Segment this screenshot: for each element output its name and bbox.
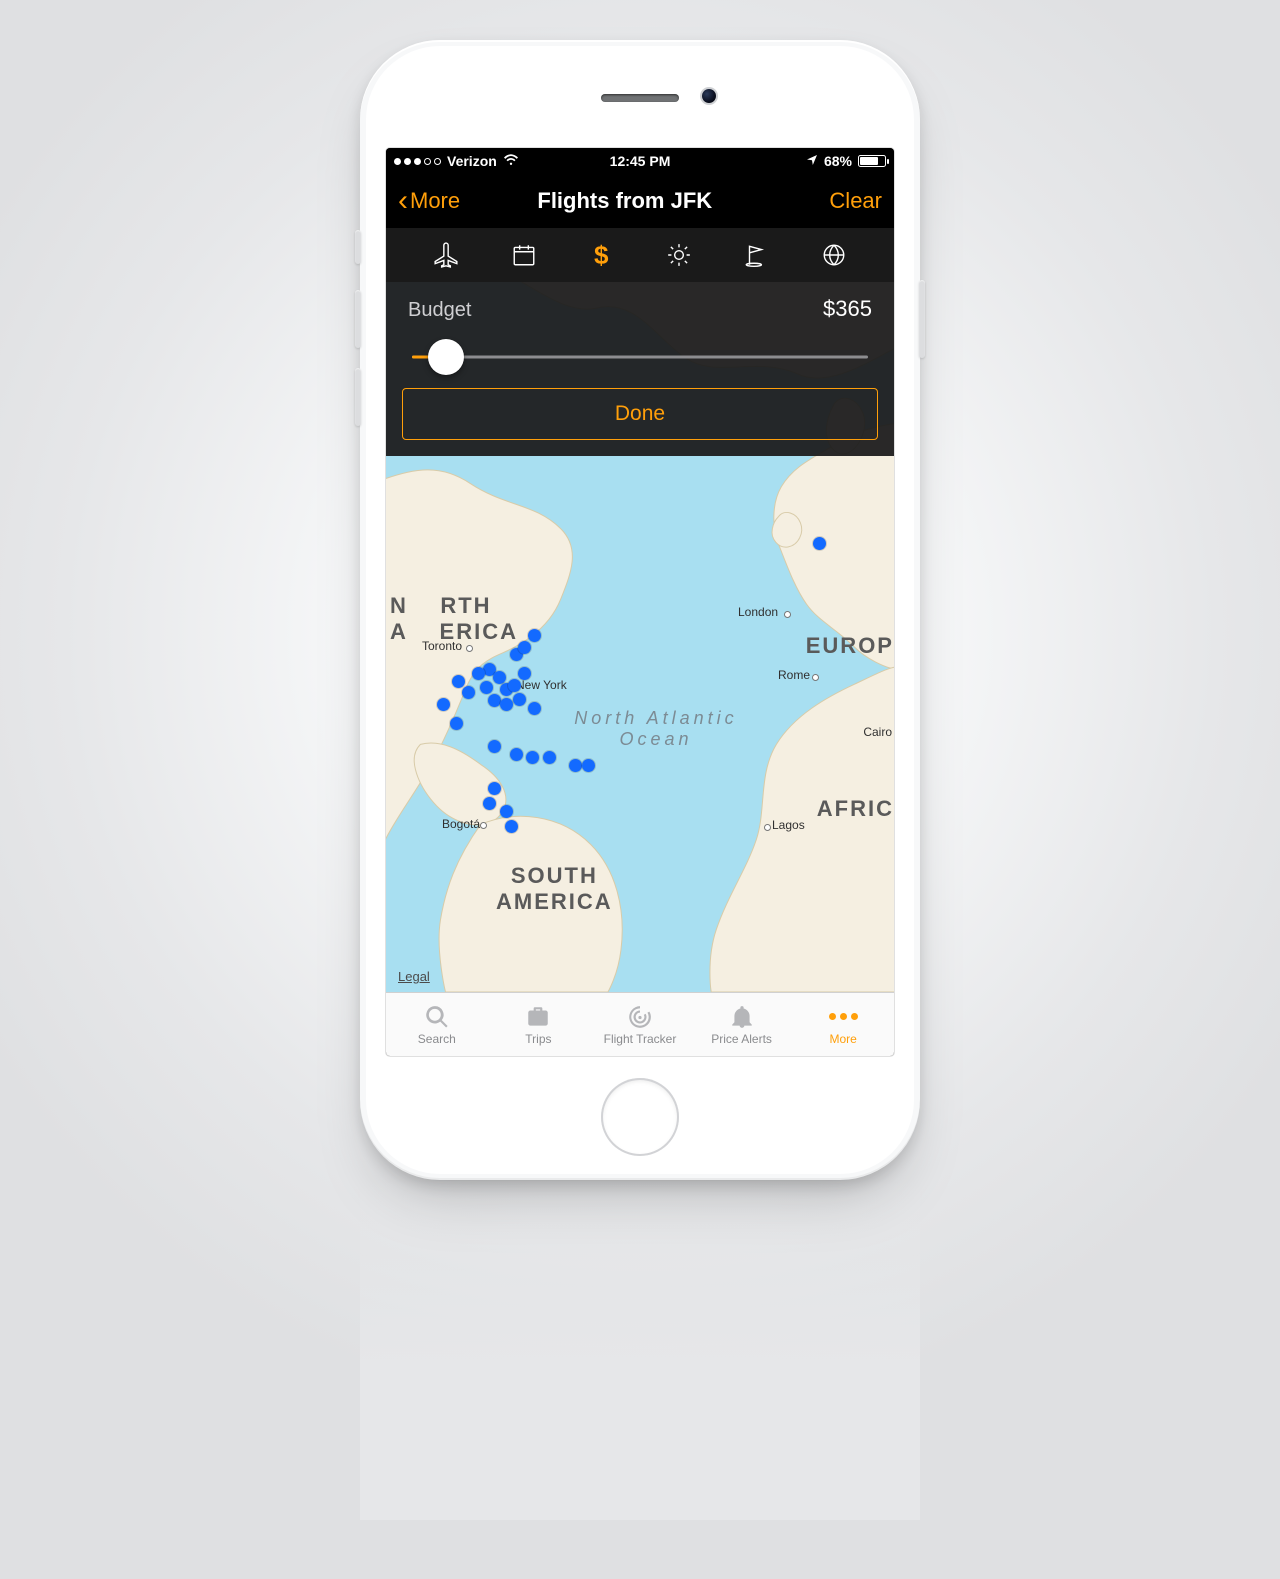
slider-track (412, 356, 868, 359)
mute-switch (355, 230, 361, 264)
tab-more-label: More (830, 1032, 857, 1046)
destination-pin[interactable] (518, 641, 531, 654)
volume-down (355, 368, 361, 426)
destination-pin[interactable] (528, 702, 541, 715)
tab-search[interactable]: Search (386, 993, 488, 1056)
search-icon (424, 1004, 450, 1030)
battery-icon (858, 155, 886, 167)
destination-pin[interactable] (508, 679, 521, 692)
destination-pin[interactable] (526, 751, 539, 764)
destination-pin[interactable] (488, 694, 501, 707)
destination-pin[interactable] (452, 675, 465, 688)
radar-icon (627, 1004, 653, 1030)
citydot-bogota (480, 822, 487, 829)
filter-dates-icon[interactable] (510, 241, 538, 269)
destination-pin[interactable] (582, 759, 595, 772)
filter-overlay: $ Budget $365 (386, 228, 894, 456)
front-camera (702, 89, 716, 103)
legal-link[interactable]: Legal (398, 969, 430, 984)
filter-activity-icon[interactable] (742, 241, 770, 269)
citydot-london (784, 611, 791, 618)
tab-trips-label: Trips (525, 1032, 551, 1046)
status-bar: Verizon 12:45 PM 68% (386, 148, 894, 174)
wifi-icon (503, 153, 519, 169)
budget-label: Budget (408, 299, 471, 322)
chevron-left-icon: ‹ (398, 192, 408, 210)
carrier-label: Verizon (447, 153, 497, 169)
nav-bar: ‹ More Flights from JFK Clear (386, 174, 894, 228)
destination-pin[interactable] (483, 797, 496, 810)
tab-tracker[interactable]: Flight Tracker (589, 993, 691, 1056)
status-time: 12:45 PM (610, 153, 671, 169)
tab-trips[interactable]: Trips (488, 993, 590, 1056)
power-button (919, 280, 925, 358)
slider-thumb[interactable] (428, 339, 464, 375)
citydot-lagos (764, 824, 771, 831)
budget-value: $365 (823, 296, 872, 322)
destination-pin[interactable] (450, 717, 463, 730)
filter-budget-icon[interactable]: $ (587, 241, 615, 269)
destination-pin[interactable] (493, 671, 506, 684)
battery-pct: 68% (824, 153, 852, 169)
done-button[interactable]: Done (402, 388, 878, 440)
citydot-rome (812, 674, 819, 681)
screen: Verizon 12:45 PM 68% ‹ More Flights from… (386, 148, 894, 1056)
location-icon (806, 153, 818, 169)
tab-search-label: Search (418, 1032, 456, 1046)
destination-pin[interactable] (437, 698, 450, 711)
destination-pin[interactable] (513, 693, 526, 706)
filter-region-icon[interactable] (820, 241, 848, 269)
tab-more[interactable]: More (792, 993, 894, 1056)
tab-tracker-label: Flight Tracker (604, 1032, 677, 1046)
filter-weather-icon[interactable] (665, 241, 693, 269)
destination-pin[interactable] (569, 759, 582, 772)
device-reflection (360, 1180, 920, 1520)
tab-bar: Search Trips Flight Tracker Price Alerts (386, 992, 894, 1056)
destination-pin[interactable] (480, 681, 493, 694)
filter-airline-icon[interactable] (432, 241, 460, 269)
tab-alerts[interactable]: Price Alerts (691, 993, 793, 1056)
suitcase-icon (525, 1004, 551, 1030)
signal-dots (394, 158, 441, 165)
map-container[interactable]: N RTH A ERICA SOUTH AMERICA EUROP AFRIC … (386, 228, 894, 992)
clear-button[interactable]: Clear (829, 188, 882, 214)
home-button[interactable] (601, 1078, 679, 1156)
budget-slider[interactable] (408, 336, 872, 378)
nav-title: Flights from JFK (420, 188, 829, 214)
more-icon (829, 1004, 858, 1030)
tab-alerts-label: Price Alerts (711, 1032, 772, 1046)
bell-icon (729, 1004, 755, 1030)
citydot-toronto (466, 645, 473, 652)
destination-pin[interactable] (488, 740, 501, 753)
filter-tabs: $ (386, 228, 894, 282)
budget-row: Budget $365 (386, 282, 894, 328)
volume-up (355, 290, 361, 348)
destination-pin[interactable] (510, 748, 523, 761)
device-frame: Verizon 12:45 PM 68% ‹ More Flights from… (360, 40, 920, 1180)
earpiece-speaker (601, 94, 679, 102)
destination-pin[interactable] (488, 782, 501, 795)
